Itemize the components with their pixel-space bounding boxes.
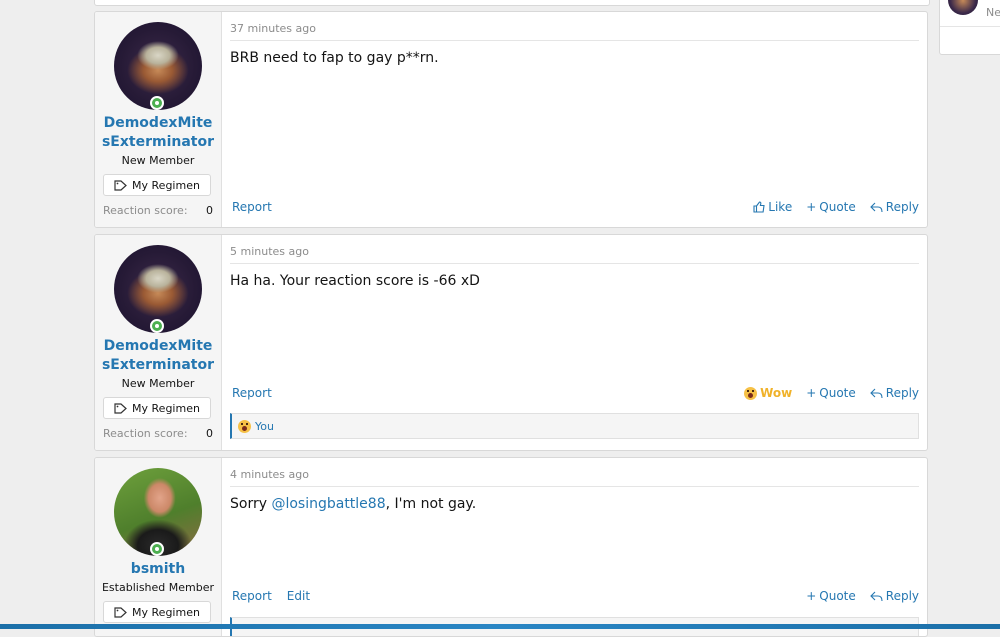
post-date[interactable]: 37 minutes ago	[230, 22, 919, 41]
report-link[interactable]: Report	[232, 200, 272, 214]
username[interactable]: bsmith	[95, 560, 221, 579]
post: DemodexMitesExterminator New Member My R…	[94, 11, 928, 228]
like-label: Like	[768, 200, 793, 214]
plus-icon: +	[806, 200, 817, 214]
plus-icon: +	[806, 589, 817, 603]
wow-emoji-icon	[238, 419, 251, 433]
online-status-icon	[150, 542, 164, 556]
sidebar-avatar[interactable]	[948, 0, 978, 15]
quote-button[interactable]: + Quote	[806, 386, 856, 400]
reply-label: Reply	[885, 589, 919, 603]
sidebar-widget: Ne	[939, 0, 1000, 55]
quote-label: Quote	[819, 200, 856, 214]
like-button[interactable]: Like	[753, 200, 792, 214]
reply-arrow-icon	[869, 388, 883, 398]
my-regimen-label: My Regimen	[132, 605, 200, 619]
sidebar-text: Ne	[986, 6, 1000, 19]
wow-label: Wow	[760, 386, 793, 400]
tag-icon	[114, 179, 127, 191]
tag-icon	[114, 606, 127, 618]
my-regimen-button[interactable]: My Regimen	[103, 174, 211, 196]
quote-button[interactable]: + Quote	[806, 589, 856, 603]
reply-arrow-icon	[869, 591, 883, 601]
quote-label: Quote	[819, 386, 856, 400]
reaction-score-value: 0	[206, 204, 213, 217]
previous-post-bottom	[94, 0, 930, 6]
reaction-score-label: Reaction score:	[103, 427, 188, 440]
edit-link[interactable]: Edit	[287, 589, 310, 603]
tag-icon	[114, 402, 127, 414]
post-body: Ha ha. Your reaction score is -66 xD	[230, 273, 480, 289]
reaction-score-value: 0	[206, 427, 213, 440]
post-actions: Report Wow + Quote Reply	[230, 386, 919, 404]
reaction-score: Reaction score: 0	[103, 204, 213, 217]
reply-button[interactable]: Reply	[869, 200, 919, 214]
reactions-summary-text: You	[255, 419, 274, 433]
online-status-icon	[150, 319, 164, 333]
plus-icon: +	[806, 386, 817, 400]
online-status-icon	[150, 96, 164, 110]
user-title: New Member	[121, 154, 195, 167]
reaction-score-label: Reaction score:	[103, 204, 188, 217]
post-user-panel: DemodexMitesExterminator New Member My R…	[95, 12, 222, 227]
post-user-panel: DemodexMitesExterminator New Member My R…	[95, 235, 222, 450]
post-actions: Report Edit + Quote Reply	[230, 589, 919, 607]
post-actions: Report Like + Quote Reply	[230, 200, 919, 218]
taskbar-edge	[0, 624, 1000, 629]
post-body-text-end: , I'm not gay.	[385, 496, 477, 512]
reply-arrow-icon	[869, 202, 883, 212]
wow-emoji-icon	[744, 386, 758, 400]
my-regimen-label: My Regimen	[132, 401, 200, 415]
post: bsmith Established Member My Regimen 4 m…	[94, 457, 928, 637]
post-date[interactable]: 4 minutes ago	[230, 468, 919, 487]
my-regimen-button[interactable]: My Regimen	[103, 601, 211, 623]
my-regimen-button[interactable]: My Regimen	[103, 397, 211, 419]
username[interactable]: DemodexMitesExterminator	[95, 114, 221, 152]
post-user-panel: bsmith Established Member My Regimen	[95, 458, 222, 636]
post-body-text: Sorry	[230, 496, 272, 512]
quote-label: Quote	[819, 589, 856, 603]
reply-label: Reply	[885, 386, 919, 400]
my-regimen-label: My Regimen	[132, 178, 200, 192]
post-body: BRB need to fap to gay p**rn.	[230, 50, 439, 66]
report-link[interactable]: Report	[232, 589, 272, 603]
post: DemodexMitesExterminator New Member My R…	[94, 234, 928, 451]
sidebar-divider	[940, 26, 1000, 27]
quote-button[interactable]: + Quote	[806, 200, 856, 214]
wow-reaction-button[interactable]: Wow	[744, 386, 792, 400]
post-date[interactable]: 5 minutes ago	[230, 245, 919, 264]
reply-button[interactable]: Reply	[869, 589, 919, 603]
report-link[interactable]: Report	[232, 386, 272, 400]
user-mention-link[interactable]: @losingbattle88	[271, 496, 385, 512]
user-title: New Member	[121, 377, 195, 390]
username[interactable]: DemodexMitesExterminator	[95, 337, 221, 375]
post-body: Sorry @losingbattle88, I'm not gay.	[230, 496, 476, 512]
thumbs-up-icon	[753, 201, 765, 213]
reply-label: Reply	[885, 200, 919, 214]
reaction-score: Reaction score: 0	[103, 427, 213, 440]
reactions-summary-bar[interactable]: You	[230, 413, 919, 439]
reply-button[interactable]: Reply	[869, 386, 919, 400]
user-title: Established Member	[101, 581, 215, 594]
